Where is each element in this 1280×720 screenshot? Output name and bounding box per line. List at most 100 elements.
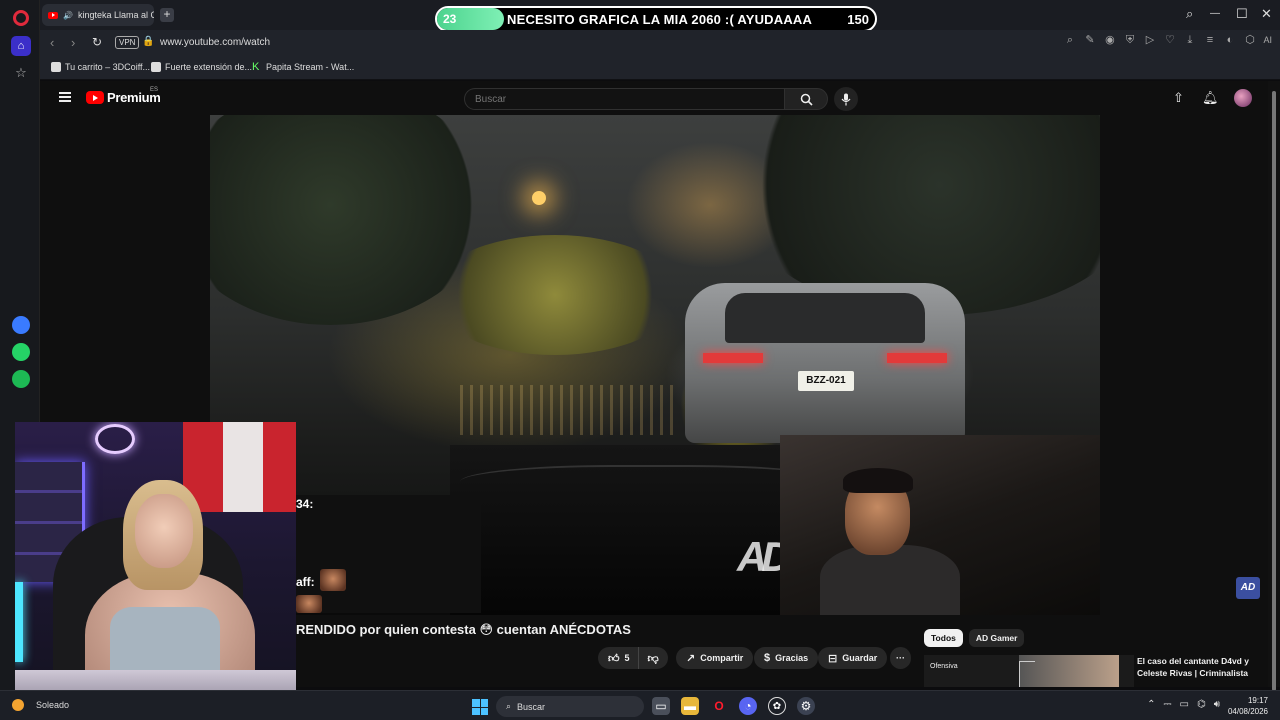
heart-icon[interactable]: ♡ [1163,34,1176,47]
tab-search-icon[interactable]: ⌕ [1186,6,1193,22]
dislike-button[interactable]: 👎︎ [637,647,668,669]
man-body [820,545,960,615]
weather-widget[interactable]: Soleado [12,699,69,711]
goal-target: 150 [847,12,869,27]
man-hair [843,468,913,493]
new-tab-button[interactable]: + [160,8,174,22]
bookmark-star-icon[interactable]: ☆ [12,64,30,82]
back-icon[interactable]: ‹ [50,35,54,50]
recommendation-chips: Todos AD Gamer [924,629,1025,647]
lock-icon[interactable]: 🔒 [142,36,154,47]
whatsapp-icon[interactable] [12,343,30,361]
system-clock[interactable]: 19:17 04/08/2026 [1228,695,1268,717]
chat-username: 34: [296,497,314,511]
hamburger-menu-icon[interactable] [59,92,71,102]
file-explorer-icon[interactable]: ▬ [681,697,699,715]
menu-icon[interactable]: ≡ [1203,34,1216,47]
url-field[interactable]: www.youtube.com/watch [160,37,270,48]
avatar[interactable] [1234,89,1252,107]
license-plate: BZZ-021 [798,371,854,391]
clock-time: 19:17 [1247,696,1268,705]
usb-icon[interactable]: ⎓ [1164,699,1172,710]
page-scrollbar[interactable] [1268,81,1280,691]
forward-icon[interactable]: › [71,35,75,50]
tail-light [703,353,763,363]
tail-light [887,353,947,363]
chevron-up-icon[interactable]: ⌃ [1147,699,1155,710]
street-lamp-glow [532,191,546,205]
recommendation-thumbnail[interactable]: Ofensiva [924,655,1134,687]
voice-search-button[interactable] [834,87,858,111]
settings-gear-icon[interactable]: ⚙ [797,697,815,715]
close-button[interactable]: ✕ [1261,6,1272,22]
recommendation-title[interactable]: El caso del cantante D4vd y Celeste Riva… [1137,655,1257,679]
system-tray: ⌃ ⎓ ▭ ⌬ 🔊︎ [1147,699,1220,710]
sun-icon [12,699,24,711]
zoom-icon[interactable]: ⌕ [1063,34,1076,47]
reload-icon[interactable]: ↻ [92,35,102,49]
home-icon[interactable]: ⌂ [11,36,31,56]
taskbar-search[interactable]: ⌕ Buscar [496,696,644,717]
chat-emote [320,569,346,591]
monitor-icon[interactable]: ▭ [1180,699,1189,710]
kick-icon: K [252,61,260,73]
streamer-webcam [15,422,296,708]
notifications-bell-icon[interactable]: 🔔︎ [1202,90,1219,106]
chip-ad-gamer[interactable]: AD Gamer [968,629,1025,647]
aria-ai-button[interactable]: AI [1263,34,1272,47]
minimize-button[interactable]: — [1210,8,1220,19]
toolbar-icons: ⌕ ✎ ◉ ⛨ ▷ ♡ ⤓ ≡ ◐ ⬡ AI [1063,34,1272,47]
download-icon[interactable]: ⤓ [1183,34,1196,47]
bookmark-label: Papita Stream - Wat... [266,62,355,72]
shield-icon[interactable]: ⛨ [1123,34,1136,47]
like-button[interactable]: 👍︎ 5 [598,647,638,669]
save-label: Guardar [842,653,878,663]
opera-logo-icon[interactable] [13,10,29,26]
start-button[interactable] [472,699,488,715]
vpn-badge[interactable]: VPN [115,36,140,49]
network-icon[interactable]: ⌬ [1197,699,1206,710]
play-icon[interactable]: ▷ [1143,34,1156,47]
messenger-icon[interactable] [12,316,30,334]
search-button[interactable] [784,88,828,110]
camera-icon[interactable]: ◉ [1103,34,1116,47]
share-button[interactable]: ↗ Compartir [676,647,754,669]
scrollbar-thumb[interactable] [1272,91,1276,691]
goal-message: NECESITO GRAFICA LA MIA 2060 :( AYUDAAAA [507,12,813,27]
speaker-icon[interactable]: 🔊 [63,11,73,20]
bookmark-item[interactable]: Tu carrito – 3DCoiff... [51,62,150,72]
profile-icon[interactable]: ◐ [1223,34,1236,47]
thumbnail-frame [1019,661,1035,687]
channel-watermark-badge[interactable]: AD [1236,577,1260,599]
more-options-button[interactable]: ··· [890,647,911,669]
thanks-button[interactable]: $ Gracias [754,647,819,669]
bookmark-label: Tu carrito – 3DCoiff... [65,62,151,72]
maximize-button[interactable]: ☐ [1236,6,1248,22]
tab-youtube[interactable]: 🔊 kingteka Llama al CEV [42,4,154,26]
super-thanks-icon: $ [764,652,771,664]
search-input[interactable] [464,88,784,110]
car-rear: BZZ-021 [685,283,965,443]
save-button[interactable]: ⊟ Guardar [818,647,888,669]
extensions-icon[interactable]: ⬡ [1243,34,1256,47]
task-view-icon[interactable]: ▭ [652,697,670,715]
video-actions: 👍︎ 5 👎︎ [598,647,668,669]
opera-icon[interactable]: O [710,697,728,715]
volume-icon[interactable]: 🔊︎ [1214,699,1220,710]
bookmark-item[interactable]: Fuerte extensión de... [151,62,252,72]
discord-icon[interactable]: ◔ [739,697,757,715]
bookmark-item[interactable]: K Papita Stream - Wat... [252,61,355,73]
youtube-logo[interactable]: Premium ES [86,87,161,105]
road-lights [460,385,680,435]
upload-icon[interactable]: ⇧ [1173,90,1184,106]
edit-icon[interactable]: ✎ [1083,34,1096,47]
flag-stripe [223,422,263,512]
chatgpt-icon[interactable]: ✿ [768,697,786,715]
taskbar: Soleado ⌕ Buscar ▭ ▬ O ◔ ✿ ⚙ ⌃ ⎓ ▭ ⌬ 🔊︎ … [0,690,1280,720]
neon-strip [15,582,23,662]
spotify-icon[interactable] [12,370,30,388]
bookmark-label: Fuerte extensión de... [165,62,253,72]
thumbs-up-icon: 👍︎ [608,652,620,665]
chip-all[interactable]: Todos [924,629,963,647]
thanks-action: $ Gracias [754,647,819,669]
